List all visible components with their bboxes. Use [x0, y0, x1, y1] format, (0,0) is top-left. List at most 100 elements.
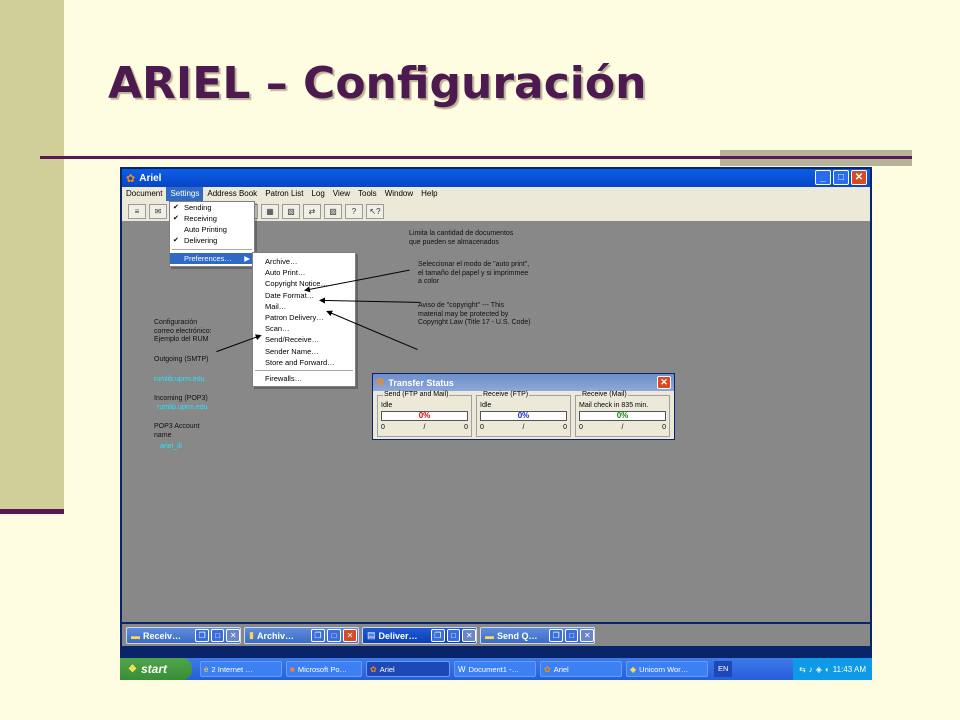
unicorn-icon: ◆ — [630, 664, 637, 674]
note-archive: Limita la cantidad de documentos que pue… — [409, 230, 514, 246]
maximize-button[interactable]: □ — [210, 629, 225, 642]
mdi-deliver-window[interactable]: ▤ Deliver… ❐ □ ✕ — [362, 627, 477, 644]
close-button[interactable]: ✕ — [462, 629, 476, 642]
maximize-button[interactable]: □ — [833, 170, 849, 185]
check-icon: ✔ — [173, 237, 179, 244]
menu-document[interactable]: Document — [122, 187, 166, 201]
volume-icon[interactable]: ♪ — [809, 665, 813, 674]
group-status: Mail check in 835 min. — [579, 402, 649, 409]
menu-item-sending[interactable]: ✔ Sending — [170, 202, 254, 213]
security-icon[interactable]: ◈ — [816, 665, 822, 674]
transfer-status-dialog: ✿ Transfer Status ✕ Send (FTP and Mail) … — [372, 373, 675, 440]
pref-sender-name[interactable]: Sender Name… — [253, 346, 355, 357]
restore-button[interactable]: ❐ — [195, 629, 209, 642]
menu-item-receiving[interactable]: ✔ Receiving — [170, 213, 254, 224]
menu-tools[interactable]: Tools — [354, 187, 381, 201]
task-internet[interactable]: e2 Internet … — [200, 661, 282, 677]
ie-icon: e — [204, 664, 209, 674]
powerpoint-icon: ■ — [290, 664, 295, 674]
note-account-label: POP3 Account name — [154, 423, 200, 439]
network-icon[interactable]: ⇆ — [799, 665, 806, 674]
pref-auto-print[interactable]: Auto Print… — [253, 267, 355, 278]
ariel-icon: ✿ — [376, 377, 385, 388]
menu-help[interactable]: Help — [417, 187, 441, 201]
group-label: Send (FTP and Mail) — [383, 391, 450, 398]
task-powerpoint[interactable]: ■ Microsoft Po… — [286, 661, 362, 677]
archive-icon[interactable]: ▨ — [324, 203, 342, 219]
mdi-archive-window[interactable]: ▮ Archiv… ❐ □ ✕ — [244, 627, 359, 644]
menu-log[interactable]: Log — [307, 187, 328, 201]
mdi-send-queue-window[interactable]: ▬ Send Q… ❐ □ ✕ — [480, 627, 595, 644]
menu-view[interactable]: View — [329, 187, 354, 201]
document-icon[interactable]: ▧ — [282, 203, 300, 219]
check-icon: ✔ — [173, 204, 179, 211]
transfer-status-title: Transfer Status — [388, 377, 454, 388]
close-button[interactable]: ✕ — [342, 629, 357, 642]
update-icon[interactable]: ◐ — [825, 665, 830, 674]
slide-title: ARIEL – Configuración — [108, 58, 647, 109]
task-unicorn[interactable]: ◆ Unicorn Wor… — [626, 661, 708, 677]
progress-box: 0% — [381, 411, 468, 421]
menu-window[interactable]: Window — [381, 187, 417, 201]
menu-address-book[interactable]: Address Book — [203, 187, 261, 201]
page-icon[interactable]: ▦ — [261, 203, 279, 219]
maximize-button[interactable]: □ — [446, 629, 461, 642]
note-mail: Configuración correo electrónico: Ejempl… — [154, 319, 212, 343]
pref-date-format[interactable]: Date Format… — [253, 290, 355, 301]
windows-logo-icon: ❖ — [128, 663, 137, 675]
maximize-button[interactable]: □ — [326, 629, 341, 642]
close-button[interactable]: ✕ — [580, 629, 595, 642]
pref-scan[interactable]: Scan… — [253, 323, 355, 334]
pref-copyright-notice[interactable]: Copyright Notice… — [253, 278, 355, 289]
book-icon: ▮ — [249, 630, 254, 640]
restore-button[interactable]: ❐ — [431, 629, 445, 642]
folder-icon: ▬ — [131, 630, 140, 641]
close-button[interactable]: ✕ — [851, 170, 867, 185]
pref-firewalls[interactable]: Firewalls… — [253, 373, 355, 384]
word-icon: W — [458, 664, 466, 674]
minimize-button[interactable]: _ — [815, 170, 831, 185]
menu-item-preferences[interactable]: Preferences… ▶ — [170, 253, 254, 264]
progress-box: 0% — [480, 411, 567, 421]
restore-button[interactable]: ❐ — [310, 629, 325, 642]
pref-send-receive[interactable]: Send/Receive… — [253, 334, 355, 345]
menu-item-delivering[interactable]: ✔ Delivering — [170, 235, 254, 246]
submenu-arrow-icon: ▶ — [244, 254, 250, 263]
ariel-icon: ✿ — [370, 664, 377, 674]
restore-button[interactable]: ❐ — [549, 629, 563, 642]
settings-menu: ✔ Sending ✔ Receiving Auto Printing ✔ Deliv… — [169, 201, 255, 267]
group-status: Idle — [480, 402, 492, 409]
help-icon[interactable]: ? — [345, 203, 363, 219]
document-icon: ▤ — [367, 630, 376, 640]
menu-patron-list[interactable]: Patron List — [261, 187, 307, 201]
note-smtp-label: Outgoing (SMTP) — [154, 356, 209, 363]
ariel-icon: ✿ — [126, 172, 136, 185]
count-row: 0 / 0 — [381, 424, 468, 431]
send-icon[interactable]: ⇄ — [303, 203, 321, 219]
pref-store-and-forward[interactable]: Store and Forward… — [253, 357, 355, 368]
pref-archive[interactable]: Archive… — [253, 256, 355, 267]
ariel-screenshot: ✿ Ariel _ □ ✕ Document Settings Address … — [120, 167, 872, 680]
mdi-receive-window[interactable]: ▬ Receiv… ❐ □ ✕ — [126, 627, 241, 644]
pref-mail[interactable]: Mail… — [253, 301, 355, 312]
close-button[interactable]: ✕ — [226, 629, 241, 642]
task-ariel-active[interactable]: ✿ Ariel — [366, 661, 450, 677]
menu-settings[interactable]: Settings — [166, 187, 204, 201]
transfer-status-close-button[interactable]: ✕ — [657, 376, 671, 389]
receive-ftp-status-group: Receive (FTP) Idle 0% 0 / 0 — [476, 391, 571, 437]
maximize-button[interactable]: □ — [564, 629, 579, 642]
scan-icon[interactable]: ≡ — [128, 203, 146, 219]
task-ariel[interactable]: ✿ Ariel — [540, 661, 622, 677]
language-indicator[interactable]: EN — [714, 661, 733, 677]
menu-item-auto-printing[interactable]: Auto Printing — [170, 224, 254, 235]
slide-left-band-rule — [0, 509, 64, 514]
task-word[interactable]: W Document1 -… — [454, 661, 536, 677]
system-tray: ⇆ ♪ ◈ ◐ 11:43 AM — [793, 658, 872, 680]
window-titlebar[interactable]: ✿ Ariel _ □ ✕ — [122, 169, 870, 187]
pref-patron-delivery[interactable]: Patron Delivery… — [253, 312, 355, 323]
transfer-status-titlebar[interactable]: ✿ Transfer Status ✕ — [373, 374, 674, 391]
note-copyright: Aviso de "copyright" --- This material m… — [418, 302, 531, 326]
context-help-icon[interactable]: ↖? — [366, 203, 384, 219]
mail-icon[interactable]: ✉ — [149, 203, 167, 219]
start-button[interactable]: ❖ start — [120, 658, 192, 680]
